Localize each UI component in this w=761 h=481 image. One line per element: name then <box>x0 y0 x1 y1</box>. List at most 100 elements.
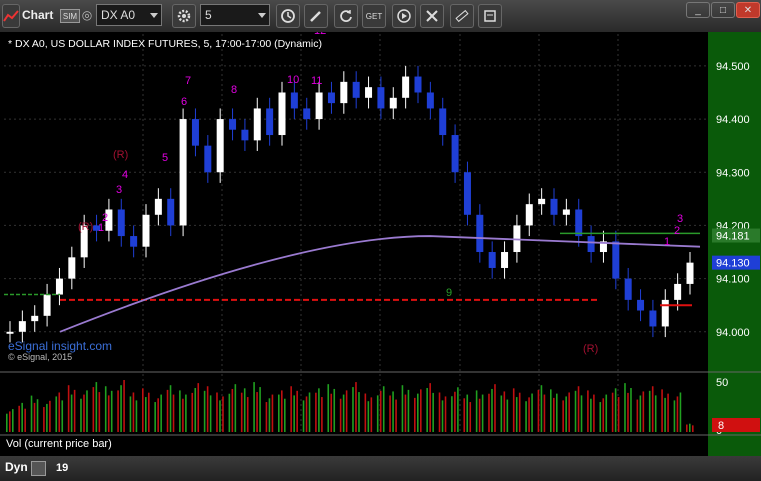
volume-bar <box>630 388 632 432</box>
clock-icon[interactable] <box>276 4 300 28</box>
scale-toggle-icon[interactable] <box>31 461 46 476</box>
candle-body <box>451 135 459 173</box>
interval-input[interactable]: 5 <box>200 4 270 26</box>
volume-bar <box>531 393 533 432</box>
volume-bar <box>370 397 373 432</box>
candle-body <box>31 315 39 322</box>
candle-body <box>439 108 447 136</box>
volume-bar <box>302 400 305 432</box>
sequence-label: 2 <box>102 212 108 224</box>
volume-bar <box>642 391 645 432</box>
link-icon[interactable]: ◎ <box>82 4 92 26</box>
volume-bar <box>80 398 82 432</box>
symbol-input[interactable]: DX A0 <box>96 4 162 26</box>
volume-bar <box>364 393 367 432</box>
candle-body <box>426 92 434 109</box>
volume-bar <box>550 389 552 432</box>
dyn-label[interactable]: Dyn <box>5 460 28 474</box>
sequence-label: 8 <box>231 84 237 96</box>
ruler-icon[interactable] <box>450 4 474 28</box>
volume-bar <box>9 411 11 432</box>
volume-bar <box>454 391 456 432</box>
candle-body <box>204 145 212 173</box>
candle-body <box>624 278 632 300</box>
volume-bar <box>123 380 125 432</box>
play-icon[interactable] <box>392 4 416 28</box>
volume-bar <box>142 388 144 432</box>
volume-bar <box>216 392 218 432</box>
symbol-dropdown-icon[interactable] <box>150 13 158 18</box>
volume-bar <box>157 398 159 432</box>
volume-bar <box>457 387 459 432</box>
volume-bar <box>73 389 76 432</box>
volume-bar <box>469 402 472 432</box>
candle-body <box>43 294 51 316</box>
interval-dropdown-icon[interactable] <box>258 13 266 18</box>
pencil-icon[interactable] <box>304 4 328 28</box>
footer-bar: Dyn 19 <box>0 456 761 481</box>
chart-canvas[interactable]: 94.50094.40094.30094.20094.10094.00002:0… <box>0 32 761 456</box>
volume-bar <box>154 402 156 432</box>
candle-body <box>488 252 496 268</box>
y-tick-label: 94.000 <box>716 327 750 339</box>
volume-bar <box>33 402 36 432</box>
volume-bar <box>333 388 336 432</box>
volume-bar <box>654 395 657 432</box>
volume-bar <box>512 388 515 432</box>
sim-badge[interactable]: SIM <box>60 9 80 23</box>
candle-body <box>674 283 682 300</box>
volume-bar <box>543 394 546 432</box>
candle-body <box>167 198 175 226</box>
candle-body <box>6 331 14 334</box>
volume-bar <box>308 392 311 432</box>
setup-count-label: 9 <box>446 287 452 299</box>
candle-body <box>562 209 570 215</box>
tools-icon[interactable] <box>420 4 444 28</box>
volume-bar <box>46 403 48 432</box>
volume-bar <box>577 386 580 432</box>
volume-bar <box>290 386 292 432</box>
candle-body <box>661 299 669 327</box>
refresh-icon[interactable] <box>334 4 358 28</box>
volume-bar <box>679 392 682 432</box>
volume-bar <box>478 398 481 432</box>
minimize-button[interactable]: _ <box>686 2 710 18</box>
volume-bar <box>605 394 608 432</box>
volume-bar <box>145 397 147 432</box>
volume-bar <box>55 396 58 432</box>
volume-bar <box>259 387 261 432</box>
volume-bar <box>203 390 206 432</box>
sequence-label: 13 <box>386 32 398 34</box>
volume-bar <box>194 388 197 432</box>
volume-bar <box>444 396 447 432</box>
volume-bar <box>475 390 478 432</box>
volume-bar <box>420 389 422 432</box>
volume-bar <box>590 398 592 432</box>
maximize-button[interactable]: □ <box>711 2 735 18</box>
candle-body <box>550 198 558 215</box>
candle-body <box>501 252 509 268</box>
price-badge-current-text: 94.130 <box>716 258 750 270</box>
volume-bar <box>392 391 394 432</box>
volume-bar <box>67 385 70 432</box>
notes-icon[interactable] <box>478 4 502 28</box>
volume-badge-text: 8 <box>718 420 724 432</box>
gear-icon[interactable] <box>172 4 196 28</box>
volume-bar <box>293 395 295 432</box>
sequence-label: 2 <box>674 225 680 237</box>
candle-body <box>216 119 224 173</box>
volume-bar <box>36 399 39 432</box>
close-button[interactable]: ✕ <box>736 2 760 18</box>
candle-body <box>377 87 385 109</box>
volume-bar <box>24 408 26 432</box>
volume-bar <box>540 385 543 432</box>
volume-bar <box>611 392 614 432</box>
volume-bar <box>12 409 14 432</box>
sequence-label: 3 <box>677 213 683 225</box>
volume-bar <box>528 397 530 432</box>
volume-bar <box>481 394 484 432</box>
volume-bar <box>107 395 110 432</box>
get-icon[interactable]: GET <box>362 4 386 28</box>
candle-body <box>18 321 26 332</box>
volume-bar <box>18 405 20 432</box>
